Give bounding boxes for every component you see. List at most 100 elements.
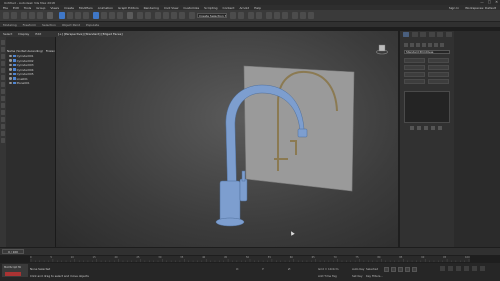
- schematic-view-icon[interactable]: [274, 12, 280, 19]
- align-icon[interactable]: [238, 12, 244, 19]
- key-mode-dropdown[interactable]: Selected: [366, 267, 378, 271]
- rectangular-selection-icon[interactable]: [75, 12, 81, 19]
- filter-all-icon[interactable]: [1, 124, 5, 129]
- list-item[interactable]: Cylinder004: [9, 68, 34, 72]
- object-type-button[interactable]: [428, 65, 449, 70]
- rendered-frame-window-icon[interactable]: [300, 12, 306, 19]
- menu-group[interactable]: Group: [36, 6, 45, 10]
- list-item[interactable]: Cylinder001: [9, 54, 34, 58]
- lights-category-icon[interactable]: [416, 43, 420, 47]
- list-item[interactable]: Line001: [9, 77, 28, 81]
- render-production-icon[interactable]: [308, 12, 314, 19]
- menu-file[interactable]: File: [3, 6, 8, 10]
- filter-bones-icon[interactable]: [1, 96, 5, 101]
- layer-explorer-icon[interactable]: [248, 12, 254, 19]
- zoom-extents-icon[interactable]: [456, 266, 461, 271]
- redo-icon[interactable]: [11, 12, 17, 19]
- viewcube[interactable]: [376, 43, 388, 55]
- object-type-button[interactable]: [404, 72, 425, 77]
- unlink-icon[interactable]: [29, 12, 35, 19]
- visibility-icon[interactable]: [9, 63, 12, 67]
- select-object-icon[interactable]: [59, 12, 65, 19]
- filter-lights-icon[interactable]: [1, 54, 5, 59]
- ribbon-tab-object-paint[interactable]: Object Paint: [62, 23, 80, 27]
- filter-space-warps-icon[interactable]: [1, 75, 5, 80]
- visibility-icon[interactable]: [9, 72, 12, 76]
- link-icon[interactable]: [21, 12, 27, 19]
- object-type-button[interactable]: [404, 58, 425, 63]
- menu-modifiers[interactable]: Modifiers: [79, 6, 93, 10]
- tab-display[interactable]: Display: [18, 32, 29, 36]
- list-item[interactable]: Plane001: [9, 81, 30, 85]
- visibility-icon[interactable]: [9, 68, 12, 71]
- list-item[interactable]: Cylinder002: [9, 59, 34, 63]
- menu-create[interactable]: Create: [64, 6, 74, 10]
- angle-snap-icon[interactable]: [163, 12, 169, 19]
- helpers-category-icon[interactable]: [428, 43, 432, 47]
- object-type-button[interactable]: [404, 65, 425, 70]
- add-time-tag-button[interactable]: Add Time Tag: [318, 274, 337, 278]
- object-type-button[interactable]: [428, 72, 449, 77]
- menu-edit[interactable]: Edit: [13, 6, 19, 10]
- menu-scripting[interactable]: Scripting: [204, 6, 217, 10]
- spinner-snap-icon[interactable]: [179, 12, 185, 19]
- set-key-button[interactable]: Set Key: [352, 274, 363, 278]
- filter-invert-icon[interactable]: [1, 138, 5, 143]
- display-icon[interactable]: [437, 32, 443, 37]
- track-bar[interactable]: 0 5 10 15 20 25 30 35 40 45 50 55 60 65 …: [30, 256, 470, 262]
- percent-snap-icon[interactable]: [171, 12, 177, 19]
- filter-xrefs-icon[interactable]: [1, 89, 5, 94]
- named-selection-dropdown[interactable]: Create Selection Se: [197, 13, 227, 18]
- selection-filter-icon[interactable]: [47, 12, 53, 19]
- perspective-viewport[interactable]: [+] [Perspective] [Standard] [Edged Face…: [56, 31, 398, 247]
- key-filters-button[interactable]: Key Filters...: [366, 274, 383, 278]
- close-button[interactable]: ✕: [495, 0, 498, 4]
- maximize-button[interactable]: □: [488, 0, 491, 4]
- render-setup-icon[interactable]: [292, 12, 298, 19]
- material-editor-icon[interactable]: [282, 12, 288, 19]
- next-frame-icon[interactable]: [405, 267, 410, 272]
- menu-views[interactable]: Views: [50, 6, 59, 10]
- scene-explorer-header[interactable]: Name (Sorted Ascending) Frozen: [6, 49, 56, 53]
- menu-civil-view[interactable]: Civil View: [164, 6, 178, 10]
- modify-icon[interactable]: [411, 32, 418, 37]
- object-type-dropdown[interactable]: Standard Primitives: [404, 50, 450, 54]
- motion-icon[interactable]: [428, 32, 435, 37]
- reference-coordinate-icon[interactable]: [127, 12, 133, 19]
- pivot-center-icon[interactable]: [137, 12, 143, 19]
- visibility-icon[interactable]: [9, 59, 12, 62]
- visibility-icon[interactable]: [9, 54, 12, 58]
- menu-rendering[interactable]: Rendering: [144, 6, 159, 10]
- time-slider-handle[interactable]: 0 / 100: [2, 249, 24, 254]
- configure-sets-icon[interactable]: [438, 126, 442, 130]
- filter-hidden-icon[interactable]: [1, 117, 5, 122]
- remove-modifier-icon[interactable]: [431, 126, 435, 130]
- pan-icon[interactable]: [464, 266, 469, 271]
- keyboard-shortcut-override-icon[interactable]: [145, 12, 151, 19]
- maxscript-listener[interactable]: MAXScript Mi: [2, 264, 28, 277]
- menu-customize[interactable]: Customize: [183, 6, 199, 10]
- maximize-viewport-icon[interactable]: [480, 266, 485, 271]
- visibility-icon[interactable]: [9, 81, 12, 85]
- sign-in-button[interactable]: Sign In: [449, 6, 459, 10]
- space-warps-category-icon[interactable]: [434, 43, 438, 47]
- window-crossing-icon[interactable]: [83, 12, 89, 19]
- auto-key-button[interactable]: Auto Key: [352, 267, 364, 271]
- filter-frozen-icon[interactable]: [1, 110, 5, 115]
- menu-content[interactable]: Content: [223, 6, 235, 10]
- ribbon-tab-selection[interactable]: Selection: [42, 23, 56, 27]
- make-unique-icon[interactable]: [424, 126, 428, 130]
- ribbon-tab-freeform[interactable]: Freeform: [23, 23, 36, 27]
- edit-named-selection-icon[interactable]: [189, 12, 195, 19]
- zoom-all-icon[interactable]: [448, 266, 453, 271]
- filter-geometry-icon[interactable]: [1, 40, 5, 45]
- object-type-button[interactable]: [428, 58, 449, 63]
- object-type-button[interactable]: [404, 79, 425, 84]
- filter-cameras-icon[interactable]: [1, 61, 5, 66]
- list-item[interactable]: Cylinder005: [9, 72, 34, 76]
- curve-editor-icon[interactable]: [266, 12, 272, 19]
- workspace-dropdown[interactable]: Workspaces: Default: [465, 6, 496, 10]
- visibility-icon[interactable]: [9, 77, 12, 80]
- filter-none-icon[interactable]: [1, 131, 5, 136]
- menu-animation[interactable]: Animation: [98, 6, 113, 10]
